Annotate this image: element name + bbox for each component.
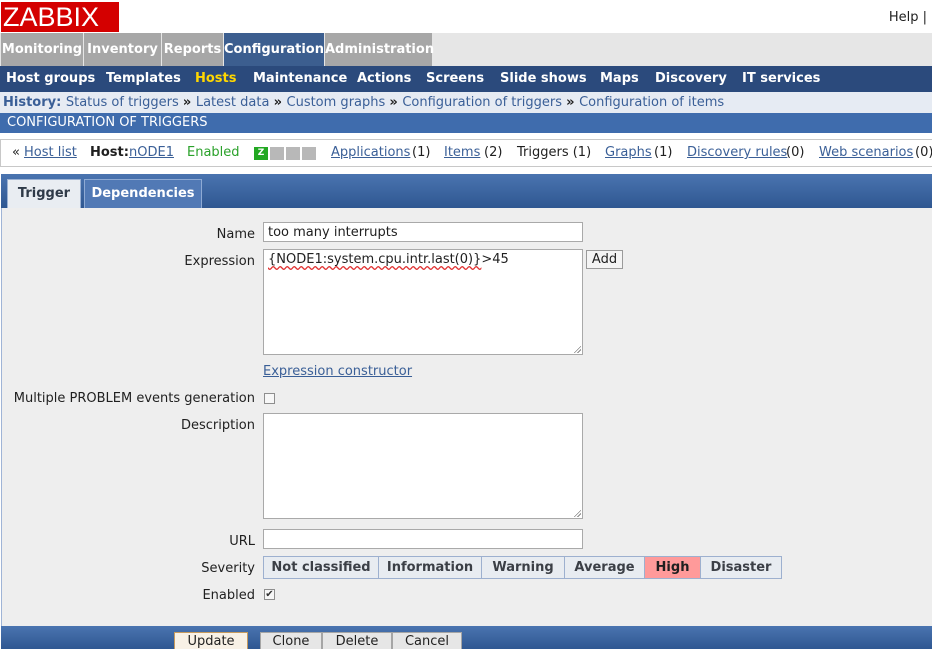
severity-information[interactable]: Information (378, 556, 482, 579)
expression-suffix: >45 (481, 252, 509, 267)
host-info-bar: « Host list Host: nODE1 Enabled Z Applic… (0, 139, 932, 167)
history-separator: » (566, 95, 580, 110)
name-label: Name (216, 227, 255, 242)
tab-trigger[interactable]: Trigger (7, 179, 81, 208)
web-scenarios-count: (0) (915, 145, 932, 160)
sub-menu-maintenance[interactable]: Maintenance (253, 66, 347, 92)
items-count: (2) (484, 145, 503, 160)
sub-menu-actions[interactable]: Actions (357, 66, 411, 92)
history-item-custom-graphs[interactable]: Custom graphs (287, 95, 386, 110)
history-item-status-of-triggers[interactable]: Status of triggers (66, 95, 179, 110)
items-link[interactable]: Items (444, 140, 480, 166)
history-separator: » (182, 95, 196, 110)
help-link[interactable]: Help | (889, 10, 927, 25)
sub-menu-host-groups[interactable]: Host groups (6, 66, 95, 92)
main-menu-configuration[interactable]: Configuration (224, 33, 324, 66)
form-footer: Update Clone Delete Cancel (1, 626, 932, 649)
sub-menu-hosts[interactable]: Hosts (195, 66, 237, 92)
sub-menu-screens[interactable]: Screens (426, 66, 484, 92)
zabbix-logo[interactable]: ZABBIX (1, 2, 119, 32)
enabled-checkbox[interactable]: ✔ (264, 589, 275, 600)
top-bar: ZABBIX Help | (0, 0, 932, 33)
update-button[interactable]: Update (174, 632, 248, 649)
graphs-count: (1) (654, 145, 673, 160)
triggers-current: Triggers (1) (517, 145, 592, 160)
host-status-enabled[interactable]: Enabled (187, 140, 240, 166)
discovery-rules-count: (0) (786, 145, 805, 160)
web-scenarios-link[interactable]: Web scenarios (819, 140, 913, 166)
history-separator: » (273, 95, 287, 110)
sub-menu-templates[interactable]: Templates (106, 66, 181, 92)
expression-constructor-link[interactable]: Expression constructor (263, 364, 412, 379)
enabled-label: Enabled (202, 588, 255, 603)
history-label: History: (3, 95, 66, 110)
sub-menu: Host groups Templates Hosts Maintenance … (0, 66, 932, 92)
expression-textarea[interactable]: {NODE1:system.cpu.intr.last(0)}>45 (263, 249, 583, 355)
tab-dependencies[interactable]: Dependencies (84, 179, 202, 208)
host-list-link[interactable]: Host list (24, 140, 77, 166)
expression-text: {NODE1:system.cpu.intr.last(0)} (268, 252, 482, 267)
applications-link[interactable]: Applications (331, 140, 410, 166)
applications-count: (1) (412, 145, 431, 160)
cancel-button[interactable]: Cancel (392, 632, 462, 649)
discovery-rules-link[interactable]: Discovery rules (687, 140, 787, 166)
multiple-problem-events-label: Multiple PROBLEM events generation (13, 391, 255, 406)
tab-bar: Trigger Dependencies (1, 174, 932, 208)
history-item-configuration-of-triggers[interactable]: Configuration of triggers (402, 95, 562, 110)
back-arrow: « (12, 145, 20, 160)
history-separator: » (389, 95, 403, 110)
severity-not-classified[interactable]: Not classified (263, 556, 379, 579)
section-title: CONFIGURATION OF TRIGGERS (0, 113, 932, 133)
sub-menu-maps[interactable]: Maps (600, 66, 639, 92)
history-item-latest-data[interactable]: Latest data (196, 95, 270, 110)
history-bar: History: Status of triggers » Latest dat… (0, 92, 932, 113)
sub-menu-it-services[interactable]: IT services (742, 66, 820, 92)
url-label: URL (229, 534, 255, 549)
main-menu-reports[interactable]: Reports (162, 33, 223, 66)
severity-label: Severity (201, 561, 255, 576)
resize-grip-icon[interactable] (573, 509, 581, 517)
host-label: Host: (90, 145, 129, 160)
host-name-link[interactable]: nODE1 (129, 140, 174, 166)
main-menu-monitoring[interactable]: Monitoring (1, 33, 83, 66)
trigger-form: Name too many interrupts Expression {NOD… (1, 208, 932, 626)
expression-label: Expression (184, 254, 255, 269)
severity-average[interactable]: Average (564, 556, 645, 579)
resize-grip-icon[interactable] (573, 345, 581, 353)
description-label: Description (180, 418, 255, 433)
ipmi-status-icon (302, 147, 316, 160)
jmx-status-icon (286, 147, 300, 160)
zabbix-page: ZABBIX Help | Monitoring Inventory Repor… (0, 0, 932, 649)
add-expression-button[interactable]: Add (586, 250, 623, 269)
main-menu-inventory[interactable]: Inventory (84, 33, 161, 66)
clone-button[interactable]: Clone (260, 632, 322, 649)
severity-high[interactable]: High (644, 556, 701, 579)
sub-menu-slide-shows[interactable]: Slide shows (500, 66, 587, 92)
multiple-problem-events-checkbox[interactable] (264, 393, 275, 404)
severity-warning[interactable]: Warning (481, 556, 565, 579)
history-item-configuration-of-items[interactable]: Configuration of items (579, 95, 724, 110)
delete-button[interactable]: Delete (322, 632, 392, 649)
main-menu: Monitoring Inventory Reports Configurati… (0, 33, 932, 66)
url-input[interactable] (263, 529, 583, 549)
name-input[interactable]: too many interrupts (263, 222, 583, 242)
snmp-status-icon (270, 147, 284, 160)
zabbix-agent-status-icon: Z (254, 147, 268, 160)
description-textarea[interactable] (263, 413, 583, 519)
main-menu-administration[interactable]: Administration (325, 33, 434, 66)
graphs-link[interactable]: Graphs (605, 140, 652, 166)
sub-menu-discovery[interactable]: Discovery (655, 66, 727, 92)
severity-disaster[interactable]: Disaster (700, 556, 782, 579)
